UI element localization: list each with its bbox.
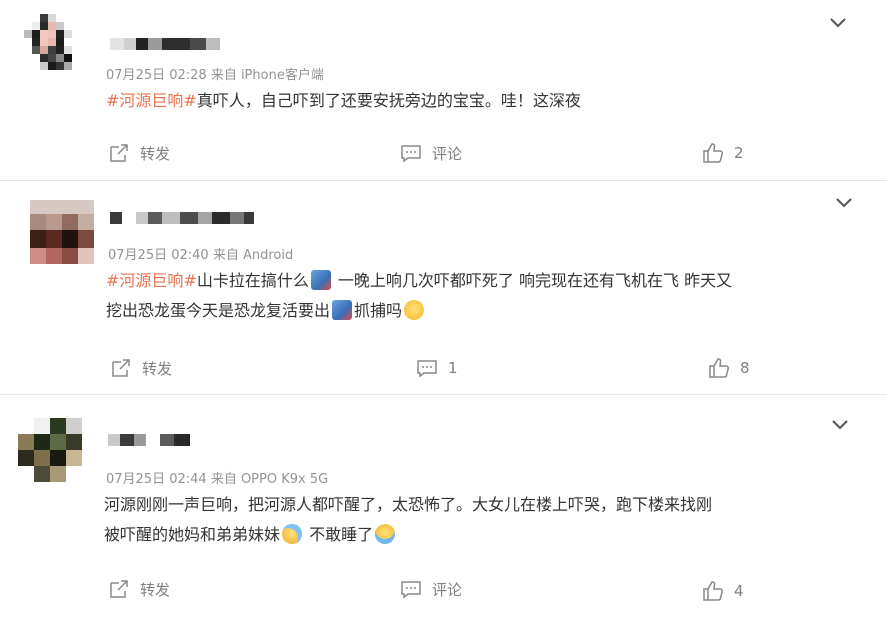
repost-button[interactable]: 转发: [108, 142, 170, 164]
hashtag-link[interactable]: #河源巨响#: [106, 271, 197, 290]
divider: [0, 394, 887, 395]
post-3: 07月25日 02:44 来自 OPPO K9x 5G 河源刚刚一声巨响，把河源…: [0, 396, 887, 641]
comment-icon: [401, 581, 421, 599]
repost-button[interactable]: 转发: [108, 578, 170, 600]
username[interactable]: [110, 212, 254, 224]
post-2: 07月25日 02:40 来自 Android #河源巨响#山卡拉在搞什么 一晚…: [0, 182, 887, 392]
like-icon: [709, 358, 729, 378]
hashtag-link[interactable]: #河源巨响#: [106, 91, 197, 110]
comment-button[interactable]: 评论: [400, 578, 462, 600]
smile-emoji: [404, 300, 425, 320]
like-button[interactable]: 4: [702, 580, 744, 602]
comment-button[interactable]: 1: [416, 357, 458, 379]
repost-icon: [110, 144, 128, 162]
avatar[interactable]: [24, 14, 88, 78]
cry-emoji: [375, 524, 396, 544]
plane-emoji: [332, 300, 353, 320]
chevron-down-icon[interactable]: [830, 414, 850, 434]
post-meta: 07月25日 02:44 来自 OPPO K9x 5G: [106, 472, 329, 487]
comment-icon: [401, 145, 421, 163]
post-1: 07月25日 02:28 来自 iPhone客户端 #河源巨响#真吓人，自己吓到…: [0, 0, 887, 182]
like-button[interactable]: 8: [708, 357, 750, 379]
like-icon: [703, 581, 723, 601]
plane-emoji: [310, 270, 331, 290]
comment-icon: [417, 360, 437, 378]
repost-icon: [112, 359, 130, 377]
like-button[interactable]: 2: [702, 142, 744, 164]
divider: [0, 180, 887, 181]
like-icon: [703, 143, 723, 163]
comment-button[interactable]: 评论: [400, 142, 462, 164]
post-text: #河源巨响#真吓人，自己吓到了还要安抚旁边的宝宝。哇！这深夜: [106, 91, 581, 110]
avatar[interactable]: [18, 418, 82, 482]
repost-icon: [110, 580, 128, 598]
post-text: 河源刚刚一声巨响，把河源人都吓醒了，太恐怖了。大女儿在楼上吓哭，跑下楼来找刚 被…: [104, 495, 713, 544]
sweat-emoji: [282, 524, 303, 544]
repost-button[interactable]: 转发: [110, 357, 172, 379]
chevron-down-icon[interactable]: [828, 12, 848, 32]
chevron-down-icon[interactable]: [834, 192, 854, 212]
post-meta: 07月25日 02:28 来自 iPhone客户端: [106, 68, 324, 83]
post-meta: 07月25日 02:40 来自 Android: [108, 248, 294, 263]
username[interactable]: [108, 434, 190, 446]
post-text: #河源巨响#山卡拉在搞什么 一晚上响几次吓都吓死了 响完现在还有飞机在飞 昨天又…: [106, 270, 733, 320]
username[interactable]: [110, 38, 220, 50]
avatar[interactable]: [30, 200, 94, 264]
